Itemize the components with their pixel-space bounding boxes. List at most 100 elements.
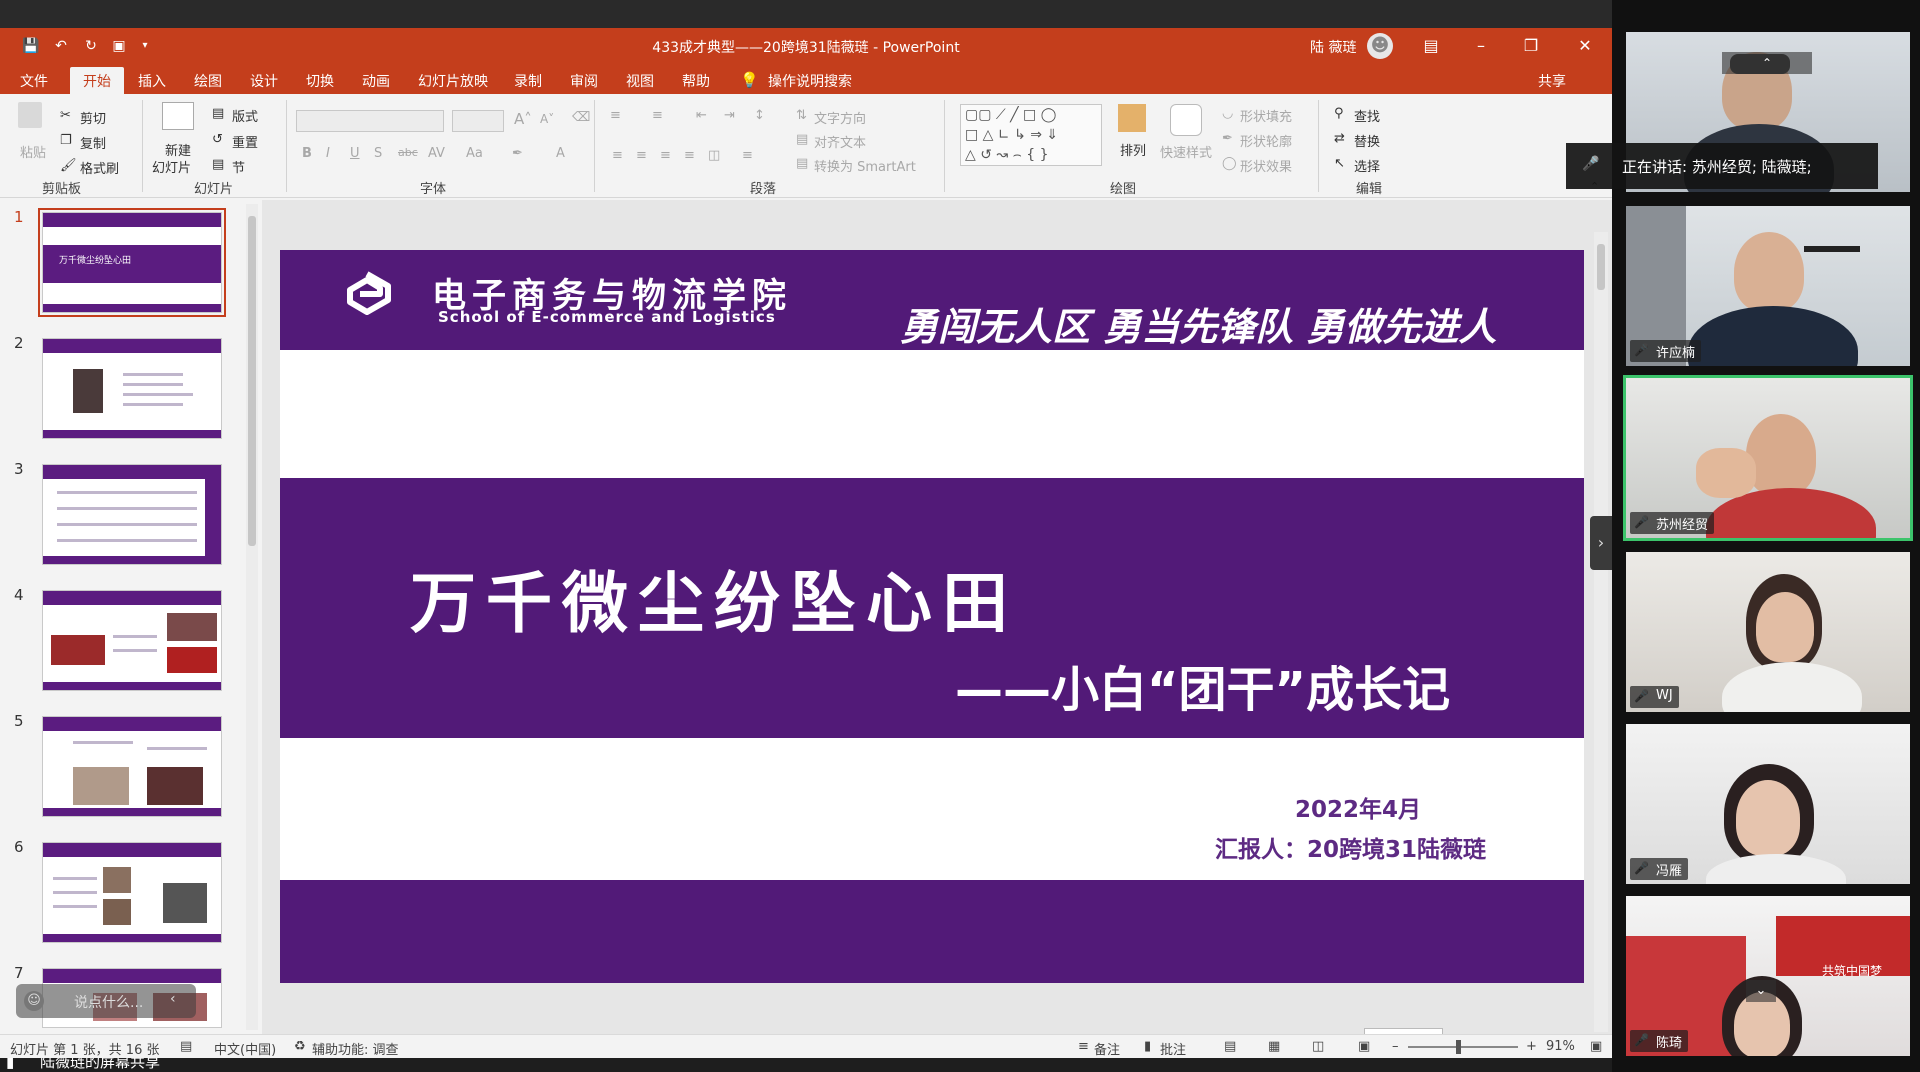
- paragraph-align-icon[interactable]: ≡: [742, 148, 753, 163]
- numbering-icon[interactable]: ≡: [652, 108, 663, 123]
- video-tile-participant-6[interactable]: 共筑中国梦 ⌄ 🎤 陈琦: [1626, 896, 1910, 1056]
- share-button[interactable]: 共享: [1538, 71, 1566, 91]
- highlight-icon[interactable]: ✒: [512, 146, 523, 161]
- minimize-button[interactable]: –: [1470, 35, 1492, 57]
- tab-animations[interactable]: 动画: [362, 71, 390, 91]
- emoji-icon[interactable]: ☺: [24, 991, 44, 1011]
- shrink-font-icon[interactable]: A˅: [540, 112, 554, 126]
- paste-icon[interactable]: [18, 102, 42, 128]
- columns-icon[interactable]: ◫: [708, 148, 720, 163]
- slide-sorter-icon[interactable]: ▦: [1268, 1039, 1280, 1054]
- user-avatar[interactable]: ☻: [1367, 33, 1393, 59]
- font-name-box[interactable]: [296, 110, 444, 132]
- clear-format-icon[interactable]: ⌫: [572, 110, 590, 125]
- format-painter-button[interactable]: 格式刷: [80, 158, 119, 177]
- tab-insert[interactable]: 插入: [138, 71, 166, 91]
- char-spacing-icon[interactable]: AV: [428, 146, 445, 161]
- select-button[interactable]: 选择: [1354, 156, 1380, 175]
- tab-home[interactable]: 开始: [70, 67, 124, 97]
- restore-button[interactable]: ❐: [1520, 35, 1542, 57]
- increase-indent-icon[interactable]: ⇥: [724, 108, 735, 123]
- new-slide-dropdown[interactable]: 幻灯片: [152, 157, 191, 176]
- decrease-indent-icon[interactable]: ⇤: [696, 108, 707, 123]
- tab-view[interactable]: 视图: [626, 71, 654, 91]
- font-color-icon[interactable]: A: [556, 146, 565, 161]
- shadow-icon[interactable]: S: [374, 146, 382, 161]
- slide-counter[interactable]: 幻灯片 第 1 张，共 16 张: [10, 1039, 159, 1058]
- current-slide[interactable]: 电子商务与物流学院 School of E-commerce and Logis…: [280, 250, 1584, 983]
- chevron-down-icon[interactable]: ⌄: [1746, 980, 1776, 1002]
- layout-button[interactable]: 版式: [232, 106, 258, 125]
- video-tile-active-speaker[interactable]: 🎤 苏州经贸: [1623, 375, 1913, 541]
- arrange-button[interactable]: 排列: [1120, 140, 1146, 159]
- align-left-icon[interactable]: ≡: [612, 148, 623, 163]
- tell-me-search[interactable]: 操作说明搜索: [768, 71, 852, 91]
- line-spacing-icon[interactable]: ↕: [754, 108, 765, 123]
- close-button[interactable]: ✕: [1574, 35, 1596, 57]
- zoom-slider[interactable]: [1408, 1040, 1518, 1054]
- tab-transitions[interactable]: 切换: [306, 71, 334, 91]
- replace-button[interactable]: 替换: [1354, 131, 1380, 150]
- arrange-icon[interactable]: [1118, 104, 1146, 132]
- text-direction-button[interactable]: 文字方向: [814, 108, 866, 127]
- find-button[interactable]: 查找: [1354, 106, 1380, 125]
- video-tile-participant-4[interactable]: 🎤 WJ: [1626, 552, 1910, 712]
- change-case-icon[interactable]: Aa: [466, 146, 483, 161]
- shape-fill-button[interactable]: 形状填充: [1240, 106, 1292, 125]
- tab-help[interactable]: 帮助: [682, 71, 710, 91]
- spelling-icon[interactable]: ▤: [180, 1039, 192, 1054]
- slide-thumbnail-4[interactable]: [42, 590, 222, 691]
- shape-effects-button[interactable]: 形状效果: [1240, 156, 1292, 175]
- italic-icon[interactable]: I: [326, 146, 330, 161]
- normal-view-icon[interactable]: ▤: [1224, 1039, 1236, 1054]
- tab-design[interactable]: 设计: [250, 71, 278, 91]
- align-center-icon[interactable]: ≡: [636, 148, 647, 163]
- reset-button[interactable]: 重置: [232, 132, 258, 151]
- chevron-up-icon[interactable]: ⌃: [1722, 52, 1812, 74]
- video-tile-participant-2[interactable]: 🎤 许应楠: [1626, 206, 1910, 366]
- zoom-level[interactable]: 91%: [1546, 1039, 1575, 1054]
- language-indicator[interactable]: 中文(中国): [214, 1039, 276, 1058]
- slide-thumbnail-5[interactable]: [42, 716, 222, 817]
- align-right-icon[interactable]: ≡: [660, 148, 671, 163]
- slide-thumbnail-6[interactable]: [42, 842, 222, 943]
- shapes-gallery[interactable]: ▢▢ ⟋ ╱ □ ◯ □ △ ∟ ↳ ⇒ ⇓ △ ↺ ↝ ⌢ { }: [960, 104, 1102, 166]
- copy-button[interactable]: 复制: [80, 133, 106, 152]
- ribbon-display-options-icon[interactable]: ▤: [1420, 35, 1442, 57]
- zoom-out-icon[interactable]: –: [1392, 1039, 1399, 1054]
- bullets-icon[interactable]: ≡: [610, 108, 621, 123]
- chevron-left-icon[interactable]: ‹: [170, 991, 176, 1007]
- tab-file[interactable]: 文件: [20, 71, 48, 91]
- tab-slideshow[interactable]: 幻灯片放映: [418, 71, 488, 91]
- cut-button[interactable]: 剪切: [80, 108, 106, 127]
- strikethrough-icon[interactable]: abc: [398, 146, 418, 159]
- grow-font-icon[interactable]: A˄: [514, 110, 532, 128]
- slide-thumbnail-1[interactable]: 万千微尘纷坠心田: [38, 208, 226, 317]
- slide-thumbnail-3[interactable]: [42, 464, 222, 565]
- chat-input-overlay[interactable]: ☺ 说点什么... ‹: [16, 984, 196, 1018]
- section-button[interactable]: 节: [232, 157, 245, 176]
- editor-scrollbar[interactable]: [1594, 232, 1608, 1032]
- quick-styles-icon[interactable]: [1170, 104, 1202, 136]
- accessibility-status[interactable]: 辅助功能: 调查: [312, 1039, 399, 1058]
- smartart-button[interactable]: 转换为 SmartArt: [814, 156, 916, 175]
- collapse-video-panel-button[interactable]: ›: [1590, 516, 1612, 570]
- thumbnails-scrollbar[interactable]: [246, 204, 258, 1030]
- bold-icon[interactable]: B: [302, 146, 312, 161]
- font-size-box[interactable]: [452, 110, 504, 132]
- new-slide-icon[interactable]: [162, 102, 194, 130]
- underline-icon[interactable]: U: [350, 146, 360, 161]
- quick-styles-button[interactable]: 快速样式: [1160, 142, 1212, 161]
- user-name[interactable]: 陆 薇琏: [1310, 37, 1356, 57]
- tab-review[interactable]: 审阅: [570, 71, 598, 91]
- tab-record[interactable]: 录制: [514, 71, 542, 91]
- slide-thumbnail-2[interactable]: [42, 338, 222, 439]
- notes-button[interactable]: 备注: [1094, 1039, 1120, 1058]
- slideshow-view-icon[interactable]: ▣: [1358, 1039, 1370, 1054]
- align-text-button[interactable]: 对齐文本: [814, 132, 866, 151]
- comments-button[interactable]: 批注: [1160, 1039, 1186, 1058]
- fit-to-window-icon[interactable]: ▣: [1590, 1039, 1602, 1054]
- reading-view-icon[interactable]: ◫: [1312, 1039, 1324, 1054]
- justify-icon[interactable]: ≡: [684, 148, 695, 163]
- zoom-in-icon[interactable]: +: [1526, 1039, 1537, 1054]
